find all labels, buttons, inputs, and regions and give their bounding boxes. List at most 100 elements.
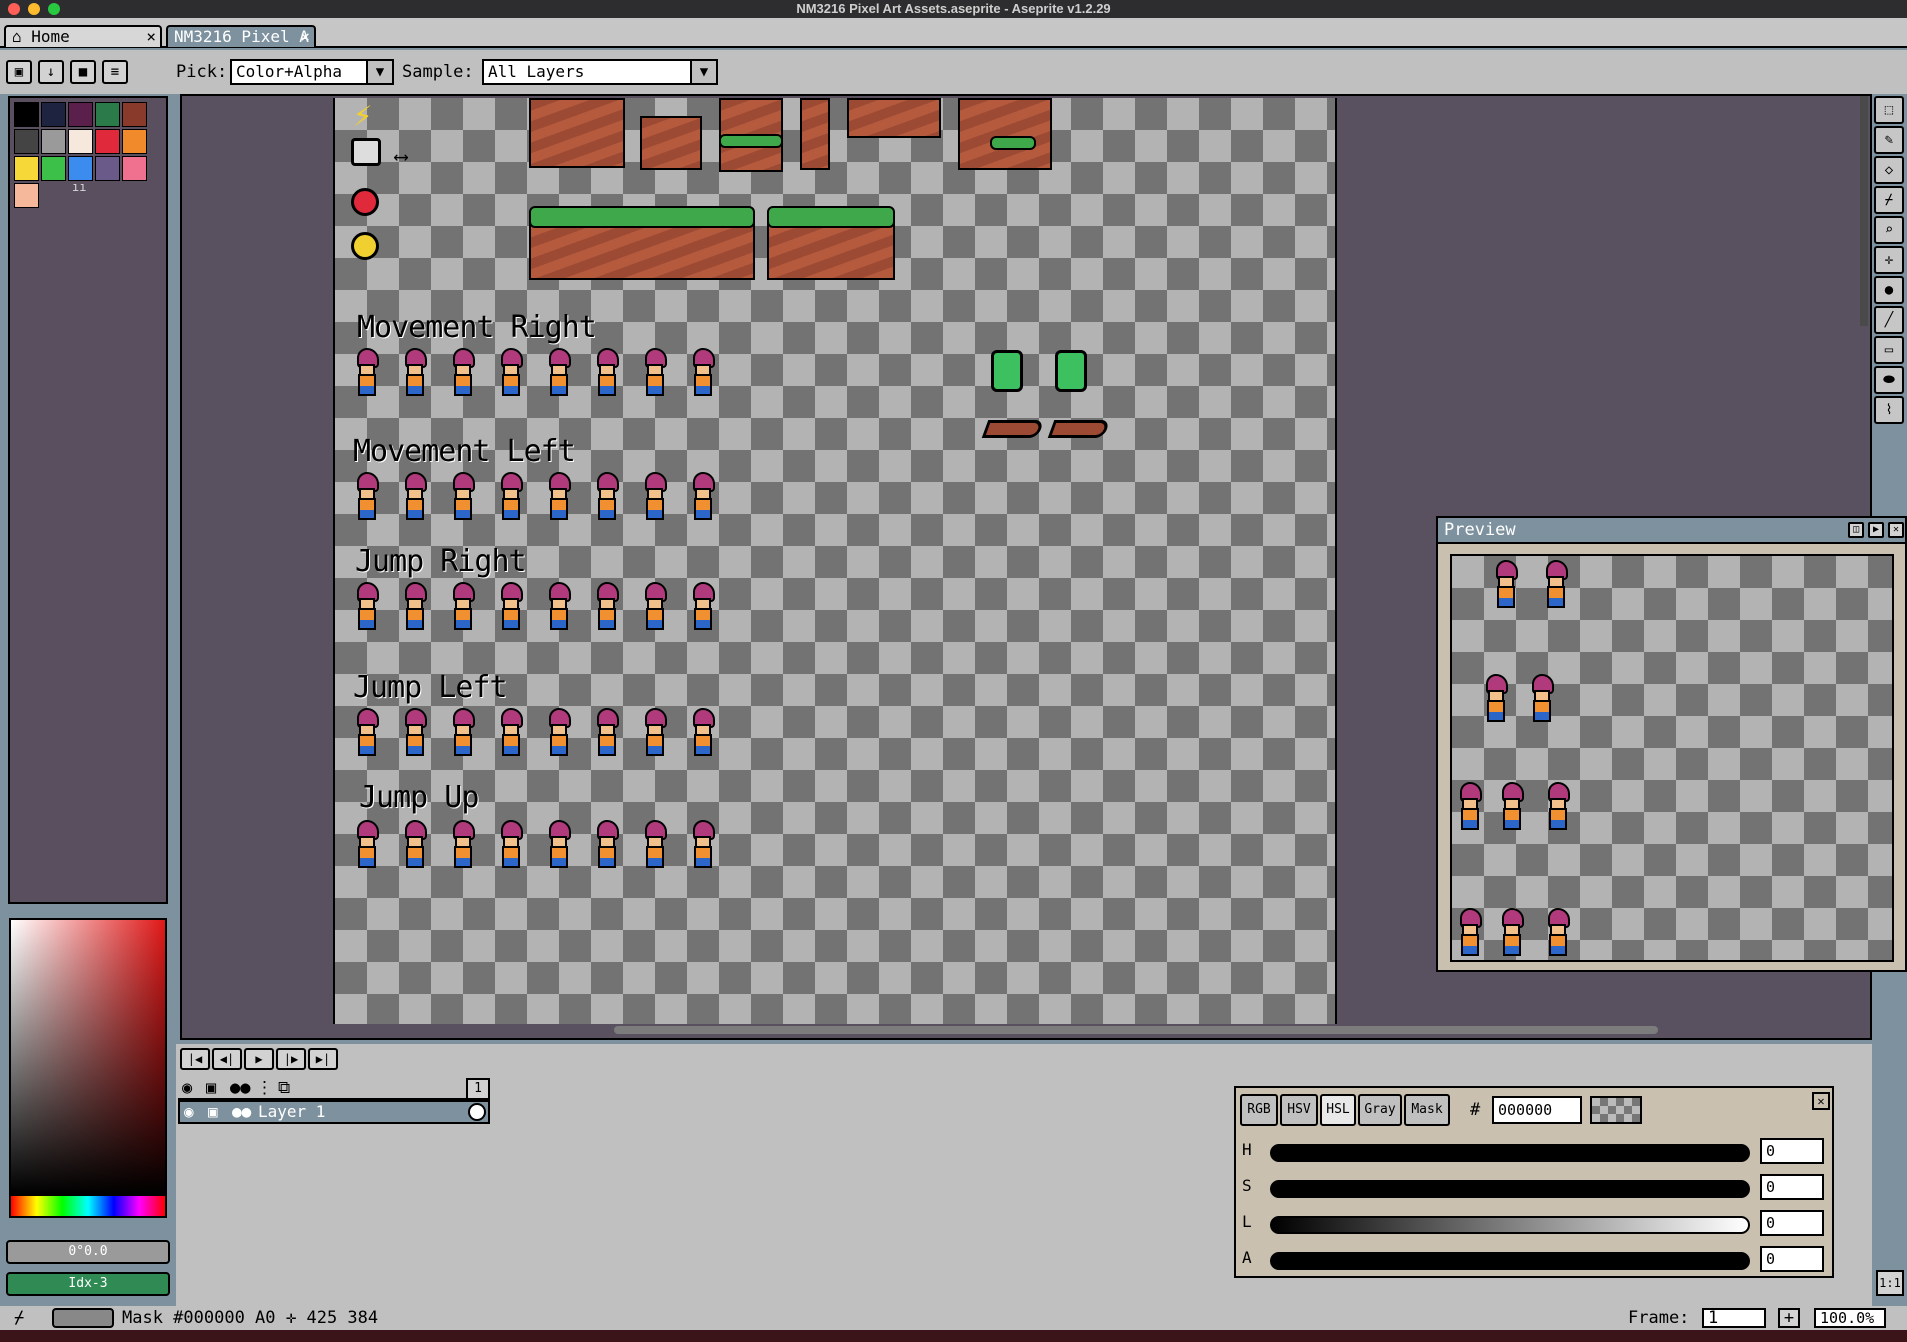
palette-swatch[interactable] <box>41 102 66 127</box>
lock-icon[interactable]: ▣ <box>206 1078 216 1098</box>
color-mode-gray[interactable]: Gray <box>1358 1094 1402 1126</box>
layer-name[interactable]: Layer 1 <box>258 1102 325 1122</box>
slider-a[interactable] <box>1270 1252 1750 1270</box>
visibility-icon[interactable]: ◉ <box>182 1078 192 1098</box>
palette-swatch[interactable] <box>122 102 147 127</box>
playback-button[interactable]: |▶ <box>276 1048 306 1070</box>
sample-dropdown-icon[interactable]: ▼ <box>690 59 718 85</box>
character-sprite <box>593 820 619 870</box>
palette-swatch[interactable] <box>95 129 120 154</box>
lightning-icon: ⚡ <box>353 96 373 134</box>
eyedropper-tool-icon[interactable]: ⌿ <box>1874 186 1904 214</box>
layer-continuous-icon[interactable]: ●● <box>232 1102 251 1122</box>
blur-tool-icon[interactable]: ⌇ <box>1874 396 1904 424</box>
continuous-icon[interactable]: ●● <box>230 1078 250 1098</box>
frame-input[interactable]: 1 <box>1702 1308 1766 1328</box>
color-mode-hsv[interactable]: HSV <box>1280 1094 1318 1126</box>
color-spectrum[interactable] <box>9 918 167 1196</box>
slider-label-h: H <box>1242 1140 1252 1159</box>
slider-s[interactable] <box>1270 1180 1750 1198</box>
playback-button[interactable]: |◀ <box>180 1048 210 1070</box>
preview-sprite <box>1456 782 1482 832</box>
slider-h[interactable] <box>1270 1144 1750 1162</box>
horizontal-scrollbar[interactable] <box>614 1026 1658 1034</box>
pick-dropdown-icon[interactable]: ▼ <box>366 59 394 85</box>
sort-palette-icon[interactable]: ↓ <box>38 60 64 84</box>
pencil-tool-icon[interactable]: ✎ <box>1874 126 1904 154</box>
vertical-scrollbar[interactable] <box>1860 96 1868 326</box>
palette-swatch[interactable] <box>14 102 39 127</box>
color-mode-mask[interactable]: Mask <box>1404 1094 1450 1126</box>
palette-preset-icon[interactable]: ■ <box>70 60 96 84</box>
playback-button[interactable]: ◀| <box>212 1048 242 1070</box>
line-tool-icon[interactable]: ╱ <box>1874 306 1904 334</box>
palette-swatch[interactable] <box>68 129 93 154</box>
slider-value-l[interactable]: 0 <box>1760 1210 1824 1236</box>
new-frame-icon[interactable]: + <box>1778 1308 1800 1328</box>
character-sprite <box>641 708 667 758</box>
slider-value-s[interactable]: 0 <box>1760 1174 1824 1200</box>
frame-header[interactable]: 1 <box>466 1078 490 1100</box>
pick-select[interactable]: Color+Alpha <box>230 59 368 85</box>
preview-close-icon[interactable]: ✕ <box>1888 522 1904 538</box>
palette-swatch[interactable] <box>14 129 39 154</box>
layer-tree-icon[interactable]: ⋮ <box>256 1078 273 1098</box>
ground-tile <box>640 116 702 170</box>
color-mode-hsl[interactable]: HSL <box>1320 1094 1356 1126</box>
close-popup-icon[interactable]: ✕ <box>1812 1092 1830 1110</box>
maximize-window-button[interactable] <box>48 3 60 15</box>
palette-swatch[interactable] <box>95 156 120 181</box>
playback-button[interactable]: ▶ <box>244 1048 274 1070</box>
marquee-tool-icon[interactable]: ⬚ <box>1874 96 1904 124</box>
tab-document-close-icon[interactable]: × <box>300 27 310 47</box>
hex-input[interactable]: 000000 <box>1492 1096 1582 1124</box>
palette-swatch[interactable] <box>68 156 93 181</box>
slider-l[interactable] <box>1270 1216 1750 1234</box>
color-mode-rgb[interactable]: RGB <box>1240 1094 1278 1126</box>
character-sprite <box>641 582 667 632</box>
preview-sprite <box>1544 908 1570 958</box>
zoom-input[interactable]: 100.0% <box>1814 1308 1886 1328</box>
palette-swatch[interactable] <box>68 102 93 127</box>
sprite-canvas[interactable]: ⚡ ⟷ Movement Right Movement Left Jump Ri… <box>333 98 1337 1024</box>
close-window-button[interactable] <box>8 3 20 15</box>
palette-swatch[interactable] <box>95 102 120 127</box>
playback-button[interactable]: ▶| <box>308 1048 338 1070</box>
sample-select[interactable]: All Layers <box>482 59 692 85</box>
tab-home[interactable]: ⌂ Home × <box>4 25 162 47</box>
minimize-window-button[interactable] <box>28 3 40 15</box>
cel-icon[interactable] <box>468 1103 486 1121</box>
zoom-tool-icon[interactable]: ⌕ <box>1874 216 1904 244</box>
alpha-bar[interactable]: 0°0.0 <box>6 1240 170 1264</box>
preview-window[interactable]: Preview ◫ ▶ ✕ <box>1436 516 1907 972</box>
slider-value-h[interactable]: 0 <box>1760 1138 1824 1164</box>
palette-swatch[interactable] <box>122 129 147 154</box>
palette-swatch[interactable] <box>14 156 39 181</box>
tab-document[interactable]: NM3216 Pixel A × <box>166 25 316 47</box>
layer-lock-icon[interactable]: ▣ <box>208 1102 218 1122</box>
move-tool-icon[interactable]: ✛ <box>1874 246 1904 274</box>
palette-swatch[interactable] <box>41 129 66 154</box>
contour-tool-icon[interactable]: ⬬ <box>1874 366 1904 394</box>
eraser-tool-icon[interactable]: ◇ <box>1874 156 1904 184</box>
actual-size-button[interactable]: 1:1 <box>1876 1270 1904 1296</box>
preview-options-icon[interactable]: ◫ <box>1848 522 1864 538</box>
palette-swatch[interactable] <box>14 183 39 208</box>
fill-tool-icon[interactable]: ● <box>1874 276 1904 304</box>
palette-swatch[interactable] <box>122 156 147 181</box>
character-sprite <box>545 582 571 632</box>
color-selector-popup[interactable]: RGB HSV HSL Gray Mask # 000000 ✕ H 0 S 0 L 0 A 0 <box>1234 1086 1834 1278</box>
tab-home-close-icon[interactable]: × <box>146 27 156 47</box>
rectangle-tool-icon[interactable]: ▭ <box>1874 336 1904 364</box>
layer-visibility-icon[interactable]: ◉ <box>184 1102 194 1122</box>
preview-canvas[interactable] <box>1450 554 1894 962</box>
palette-menu-icon[interactable]: ≡ <box>102 60 128 84</box>
link-cels-icon[interactable]: ⧉ <box>278 1078 290 1098</box>
lock-palette-icon[interactable]: ▣ <box>6 60 32 84</box>
color-index-bar[interactable]: Idx-3 <box>6 1272 170 1296</box>
hue-bar[interactable] <box>9 1196 167 1218</box>
preview-play-icon[interactable]: ▶ <box>1868 522 1884 538</box>
slider-value-a[interactable]: 0 <box>1760 1246 1824 1272</box>
layer-row[interactable]: ◉ ▣ ●● Layer 1 <box>178 1100 490 1124</box>
palette-swatch[interactable] <box>41 156 66 181</box>
